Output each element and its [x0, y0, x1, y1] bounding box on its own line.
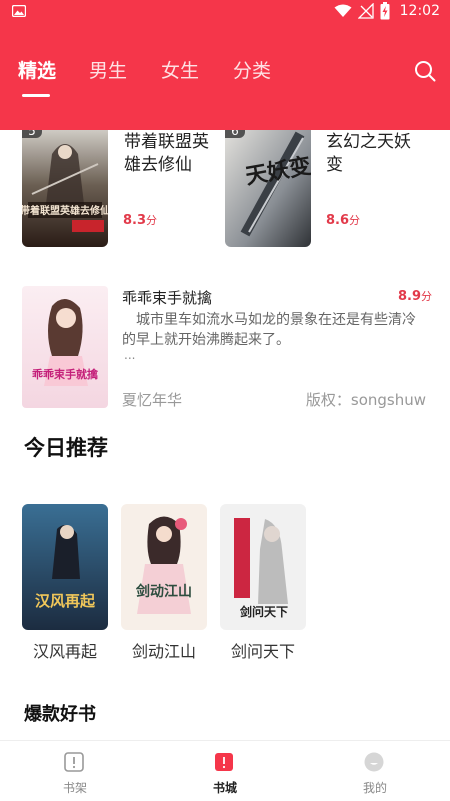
nav-bookshelf[interactable]: 书架 [0, 741, 150, 801]
status-time: 12:02 [399, 3, 440, 19]
featured-book-score: 8.9分 [398, 288, 432, 304]
title-line: 玄幻之天妖 [326, 132, 411, 152]
book-cover-6[interactable]: 天妖变 6 [225, 130, 311, 247]
rec-book-title[interactable]: 剑问天下 [220, 638, 306, 662]
tab-categories[interactable]: 分类 [233, 56, 271, 83]
featured-book-title[interactable]: 乖乖束手就擒 [122, 287, 212, 308]
bookshelf-icon [64, 752, 84, 772]
book-score: 8.3分 [123, 212, 157, 228]
book-cover-art: 带着联盟英雄去修仙 [22, 130, 108, 247]
book-cover-art: 剑问天下 [220, 504, 306, 630]
bottom-navigation: 书架 书城 我的 [0, 740, 450, 801]
book-cover-art: 乖乖束手就擒 [22, 286, 108, 408]
svg-text:带着联盟英雄去修仙: 带着联盟英雄去修仙 [22, 204, 108, 217]
nav-bookstore[interactable]: 书城 [150, 741, 300, 801]
search-icon[interactable] [414, 60, 436, 82]
nav-label: 书城 [212, 781, 237, 795]
book-cover-art: 天妖变 [225, 130, 311, 247]
rank-badge: 5 [22, 130, 42, 138]
rec-book-title[interactable]: 剑动江山 [121, 638, 207, 662]
svg-text:剑动江山: 剑动江山 [135, 583, 192, 600]
score-value: 8.6 [326, 213, 350, 228]
title-line: 雄去修仙 [124, 155, 192, 175]
book-score: 8.6分 [326, 212, 360, 228]
book-title[interactable]: 带着联盟英 雄去修仙 [124, 131, 219, 177]
rec-book-title[interactable]: 汉风再起 [22, 638, 108, 662]
score-unit: 分 [349, 214, 361, 227]
score-unit: 分 [146, 214, 158, 227]
rec-book-cover[interactable]: 剑动江山 [121, 504, 207, 630]
content-scroll[interactable]: 带着联盟英雄去修仙 5 带着联盟英 雄去修仙 8.3分 天妖变 6 玄幻之天妖 … [0, 130, 450, 740]
svg-text:剑问天下: 剑问天下 [239, 604, 288, 619]
featured-book-author: 夏忆年华 [122, 391, 183, 409]
profile-icon [364, 752, 384, 772]
tab-female[interactable]: 女生 [161, 56, 199, 83]
rec-book-cover[interactable]: 剑问天下 [220, 504, 306, 630]
score-value: 8.3 [123, 213, 147, 228]
nav-label: 书架 [62, 781, 87, 795]
status-bar: 12:02 [0, 0, 450, 24]
nav-label: 我的 [362, 781, 387, 795]
rec-book-cover[interactable]: 汉风再起 [22, 504, 108, 630]
title-line: 带着联盟英 [124, 132, 209, 152]
rank-badge: 6 [225, 130, 245, 138]
tab-featured[interactable]: 精选 [18, 56, 56, 83]
book-cover-art: 汉风再起 [22, 504, 108, 630]
featured-book-cover[interactable]: 乖乖束手就擒 [22, 286, 108, 408]
book-title[interactable]: 玄幻之天妖 变 [326, 131, 421, 177]
category-tabs: 精选 男生 女生 分类 [0, 56, 450, 100]
section-title-hot: 爆款好书 [24, 704, 96, 725]
bookstore-icon [215, 753, 233, 771]
svg-text:乖乖束手就擒: 乖乖束手就擒 [32, 367, 98, 381]
book-cover-5[interactable]: 带着联盟英雄去修仙 5 [22, 130, 108, 247]
nav-profile[interactable]: 我的 [300, 741, 450, 801]
top-header: 12:02 精选 男生 女生 分类 [0, 0, 450, 130]
score-value: 8.9 [398, 289, 422, 304]
title-line: 变 [326, 155, 343, 175]
score-unit: 分 [421, 290, 433, 303]
tab-male[interactable]: 男生 [89, 56, 127, 83]
gallery-notification-icon [12, 5, 26, 17]
featured-book-copyright: 版权：songshuw [305, 391, 426, 409]
section-title-today: 今日推荐 [24, 436, 108, 460]
active-tab-indicator [22, 94, 50, 97]
no-signal-icon [357, 3, 374, 19]
wifi-icon [334, 4, 352, 17]
battery-charging-icon [380, 2, 390, 20]
svg-text:汉风再起: 汉风再起 [35, 592, 96, 610]
description-ellipsis: ... [124, 348, 136, 362]
book-cover-art: 剑动江山 [121, 504, 207, 630]
featured-book-description: 城市里车如流水马如龙的景象在还是有些清冷的早上就开始沸腾起来了。 [122, 312, 416, 348]
